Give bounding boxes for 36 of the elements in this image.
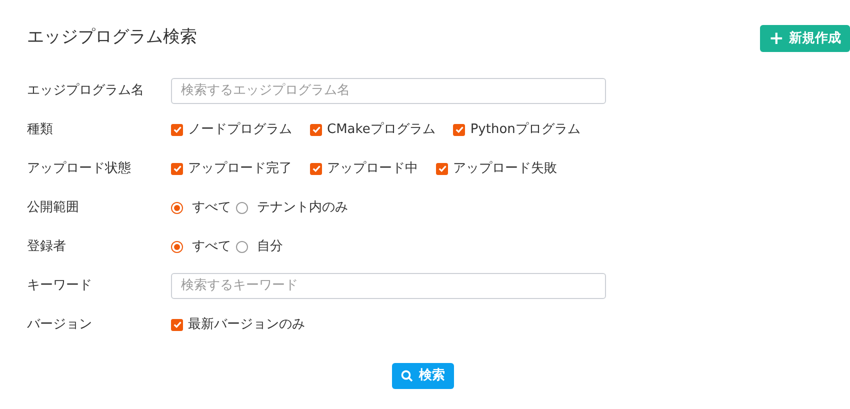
checkbox-label: アップロード完了 xyxy=(188,160,292,178)
field-label: 種類 xyxy=(27,120,54,139)
checkbox[interactable] xyxy=(171,162,183,174)
checkbox[interactable] xyxy=(171,318,183,330)
checkbox-label: 最新バージョンのみ xyxy=(188,316,305,334)
new-button[interactable]: + 新規作成 xyxy=(760,25,850,52)
field-label: 公開範囲 xyxy=(27,198,80,217)
search-icon xyxy=(401,370,413,382)
field-label: バージョン xyxy=(27,316,93,334)
radio-button[interactable] xyxy=(236,240,248,252)
checkbox[interactable] xyxy=(453,124,466,136)
checkbox[interactable] xyxy=(310,162,322,174)
radio-label: テナント内のみ xyxy=(257,198,348,217)
radio-button[interactable] xyxy=(236,202,248,214)
checkbox-label: CMakeプログラム xyxy=(327,120,436,139)
search-button[interactable]: 検索 xyxy=(392,363,454,389)
checkbox-label: Pythonプログラム xyxy=(470,120,580,139)
checkbox[interactable] xyxy=(171,124,183,136)
checkbox-label: アップロード失敗 xyxy=(453,160,557,178)
radio-label: すべて xyxy=(192,238,231,256)
page-title: エッジプログラム検索 xyxy=(27,26,197,48)
radio-label: すべて xyxy=(192,198,231,217)
text-field[interactable]: 検索するキーワード xyxy=(171,272,606,298)
checkbox[interactable] xyxy=(310,124,322,136)
radio-button[interactable] xyxy=(171,240,183,252)
field-label: キーワード xyxy=(27,276,93,295)
checkbox[interactable] xyxy=(436,162,448,174)
field-label: アップロード状態 xyxy=(27,160,132,178)
field-label: エッジプログラム名 xyxy=(27,82,145,100)
checkbox-label: ノードプログラム xyxy=(188,120,292,139)
radio-label: 自分 xyxy=(257,238,283,256)
field-label: 登録者 xyxy=(27,238,67,256)
text-field[interactable]: 検索するエッジプログラム名 xyxy=(171,78,606,104)
checkbox-label: アップロード中 xyxy=(327,160,418,178)
radio-button[interactable] xyxy=(171,202,183,214)
plus-icon: + xyxy=(768,30,784,48)
